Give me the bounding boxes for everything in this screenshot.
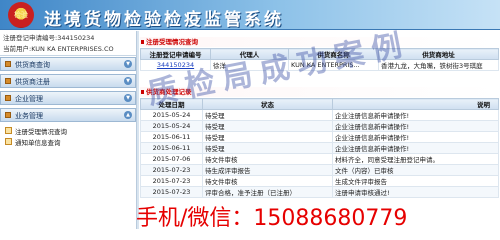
sidebar-item-label: 通知单信息查询: [15, 139, 61, 147]
folder-icon: [5, 112, 11, 118]
menu-label: 供货商注册: [15, 78, 50, 86]
table-cell: 2015-07-23: [140, 186, 203, 198]
app-title: 进境货物检验检疫监管系统: [44, 10, 284, 30]
column-header: 处理日期: [140, 98, 203, 110]
table-cell: 2015-05-24: [140, 120, 203, 132]
table-row: 2015-05-24 待受理 企业注册信息新申请操作!: [140, 109, 499, 121]
sidebar-item-reg-query[interactable]: 注册受理情况查询: [0, 125, 136, 136]
reg-no-row: 注册登记申请编号:344150234: [3, 33, 133, 44]
table-cell: 2015-07-23: [140, 164, 203, 176]
table-cell: 待受理: [202, 109, 333, 121]
contact-overlay: 手机/微信：15088680779: [136, 206, 408, 229]
table-cell: 材料齐全，同意受理注册登记申请。: [332, 153, 499, 165]
sidebar-item-label: 注册受理情况查询: [15, 128, 67, 136]
user-info: 注册登记申请编号:344150234 当前用户:KUN KA ENTERPRIS…: [3, 33, 133, 55]
table-cell: 徐洋: [210, 59, 289, 71]
table-row: 2015-06-11 待受理 企业注册信息新申请操作!: [140, 142, 499, 154]
table-cell: KUN KA ENTERPRIS...: [288, 59, 379, 71]
table-cell: 待文件审核: [202, 153, 333, 165]
chevron-down-icon[interactable]: ▼: [124, 60, 132, 68]
folder-icon: [5, 78, 11, 84]
table-cell: 待文件审核: [202, 175, 333, 187]
table-cell: 待生成评审报告: [202, 164, 333, 176]
table-header: 处理日期 状态 说明: [140, 98, 499, 110]
menu-business-manage[interactable]: 业务管理 ▲: [0, 108, 136, 122]
sidebar-item-notice-query[interactable]: 通知单信息查询: [0, 136, 136, 147]
table-cell: 2015-05-24: [140, 109, 203, 121]
processing-table: 处理日期 状态 说明 2015-05-24 待受理 企业注册信息新申请操作! 201…: [140, 98, 499, 198]
table-cell: 待受理: [202, 131, 333, 143]
table-cell: 企业注册信息新申请操作!: [332, 142, 499, 154]
table-cell: 企业注册信息新申请操作!: [332, 109, 499, 121]
menu-label: 企业管理: [15, 95, 43, 103]
table-cell: 2015-06-11: [140, 131, 203, 143]
table-cell: 2015-07-06: [140, 153, 203, 165]
document-icon: [5, 127, 12, 134]
table-cell: 生成文件评审报告: [332, 175, 499, 187]
menu-supplier-register[interactable]: 供货商注册 ▼: [0, 74, 136, 88]
table-cell: 企业注册信息新申请操作!: [332, 131, 499, 143]
sidebar: 供货商查询 ▼ 供货商注册 ▼ 企业管理 ▼ 业务管理 ▲ 注册受理情况查询 通…: [0, 57, 136, 147]
emblem-icon: 检验: [8, 2, 34, 28]
table-cell: 文件（内容）已审核: [332, 164, 499, 176]
column-header: 注册登记申请编号: [140, 48, 211, 60]
column-header: 状态: [202, 98, 333, 110]
table-cell: 企业注册信息新申请操作!: [332, 120, 499, 132]
column-header: 说明: [332, 98, 499, 110]
header-banner: 检验 进境货物检验检疫监管系统: [0, 0, 500, 30]
table-row[interactable]: 344150234 徐洋 KUN KA ENTERPRIS... 香港九龙，大角…: [140, 59, 499, 71]
table-cell: 待受理: [202, 142, 333, 154]
org-label: 当前用户:: [3, 45, 32, 53]
chevron-down-icon[interactable]: ▼: [124, 94, 132, 102]
reg-query-table: 注册登记申请编号 代理人 供货商名称 供货商地址 344150234 徐洋 KU…: [140, 48, 499, 71]
reg-no-label: 注册登记申请编号:: [3, 34, 58, 42]
table-cell: 评审合格，准予注册（已注册）: [202, 186, 333, 198]
menu-supplier-query[interactable]: 供货商查询 ▼: [0, 57, 136, 71]
table-header: 注册登记申请编号 代理人 供货商名称 供货商地址: [140, 48, 499, 60]
org-value: KUN KA ENTERPRISES.CO: [31, 45, 114, 53]
table-row: 2015-07-06 待文件审核 材料齐全，同意受理注册登记申请。: [140, 153, 499, 165]
splitter-handle[interactable]: [136, 31, 139, 229]
reg-no-value: 344150234: [57, 34, 95, 42]
table-row: 2015-07-23 评审合格，准予注册（已注册） 注册申请审核通过!: [140, 186, 499, 198]
menu-enterprise-manage[interactable]: 企业管理 ▼: [0, 91, 136, 105]
column-header: 供货商名称: [288, 48, 379, 60]
table-cell: 2015-07-23: [140, 175, 203, 187]
emblem-text: 检验: [14, 11, 28, 19]
reg-no-link[interactable]: 344150234: [140, 59, 211, 71]
table-cell: 注册申请审核通过!: [332, 186, 499, 198]
table-cell: 待受理: [202, 120, 333, 132]
table-row: 2015-05-24 待受理 企业注册信息新申请操作!: [140, 120, 499, 132]
org-row: 当前用户:KUN KA ENTERPRISES.CO: [3, 44, 133, 55]
app-window: 检验 进境货物检验检疫监管系统 注册登记申请编号:344150234 当前用户:…: [0, 0, 500, 229]
document-icon: [5, 138, 12, 145]
processing-title: 供货商处理记录: [140, 87, 498, 97]
table-row: 2015-07-23 待生成评审报告 文件（内容）已审核: [140, 164, 499, 176]
divider: [0, 55, 136, 56]
column-header: 供货商地址: [378, 48, 499, 60]
column-header: 代理人: [210, 48, 289, 60]
menu-label: 供货商查询: [15, 61, 50, 69]
table-row: 2015-06-11 待受理 企业注册信息新申请操作!: [140, 131, 499, 143]
folder-icon: [5, 61, 11, 67]
table-cell: 香港九龙，大角嘴，铁树街3号琪庭: [378, 59, 499, 71]
table-cell: 2015-06-11: [140, 142, 203, 154]
chevron-up-icon[interactable]: ▲: [124, 111, 132, 119]
menu-label: 业务管理: [15, 112, 43, 120]
table-row: 2015-07-23 待文件审核 生成文件评审报告: [140, 175, 499, 187]
reg-query-title: 注册受理情况查询: [140, 37, 498, 47]
folder-icon: [5, 95, 11, 101]
chevron-down-icon[interactable]: ▼: [124, 77, 132, 85]
